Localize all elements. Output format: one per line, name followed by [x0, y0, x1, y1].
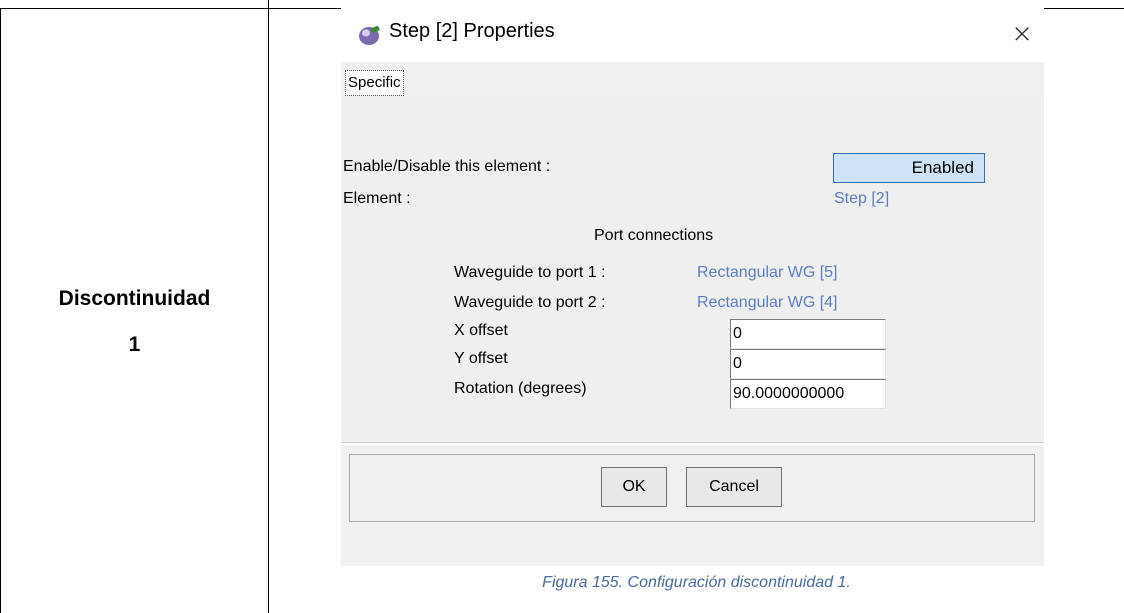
element-label: Element :	[343, 190, 411, 207]
element-value: Step [2]	[834, 190, 890, 207]
button-separator	[341, 442, 1044, 445]
cancel-button[interactable]: Cancel	[686, 467, 782, 507]
figure-caption: Figura 155. Configuración discontinuidad…	[542, 574, 851, 591]
title-bar[interactable]: Step [2] Properties ×	[341, 8, 1044, 62]
row-label-line2: 1	[128, 332, 141, 356]
dialog-title: Step [2] Properties	[389, 20, 555, 42]
enabled-toggle-button[interactable]: Enabled	[833, 153, 985, 183]
port1-label: Waveguide to port 1 :	[454, 264, 606, 281]
specific-panel	[341, 96, 1044, 440]
port-connections-heading: Port connections	[594, 227, 714, 244]
port2-value: Rectangular WG [4]	[697, 294, 838, 311]
app-icon	[359, 25, 380, 45]
port2-label: Waveguide to port 2 :	[454, 294, 606, 311]
close-icon[interactable]: ×	[1004, 16, 1040, 52]
ok-button[interactable]: OK	[601, 467, 667, 507]
row-label-cell: Discontinuidad 1	[0, 0, 269, 613]
y-offset-input[interactable]: 0	[730, 349, 886, 379]
x-offset-label: X offset	[454, 322, 508, 339]
row-label-line1: Discontinuidad	[58, 286, 211, 310]
y-offset-label: Y offset	[454, 350, 508, 367]
rotation-label: Rotation (degrees)	[454, 380, 587, 397]
x-offset-input[interactable]: 0	[730, 319, 886, 349]
rotation-input[interactable]: 90.0000000000	[730, 379, 886, 409]
tab-specific[interactable]: Specific	[345, 70, 404, 96]
button-group: OK Cancel	[349, 454, 1035, 522]
properties-dialog: Step [2] Properties × Specific Enable/Di…	[341, 8, 1044, 566]
enable-label: Enable/Disable this element :	[343, 158, 551, 175]
port1-value: Rectangular WG [5]	[697, 264, 838, 281]
